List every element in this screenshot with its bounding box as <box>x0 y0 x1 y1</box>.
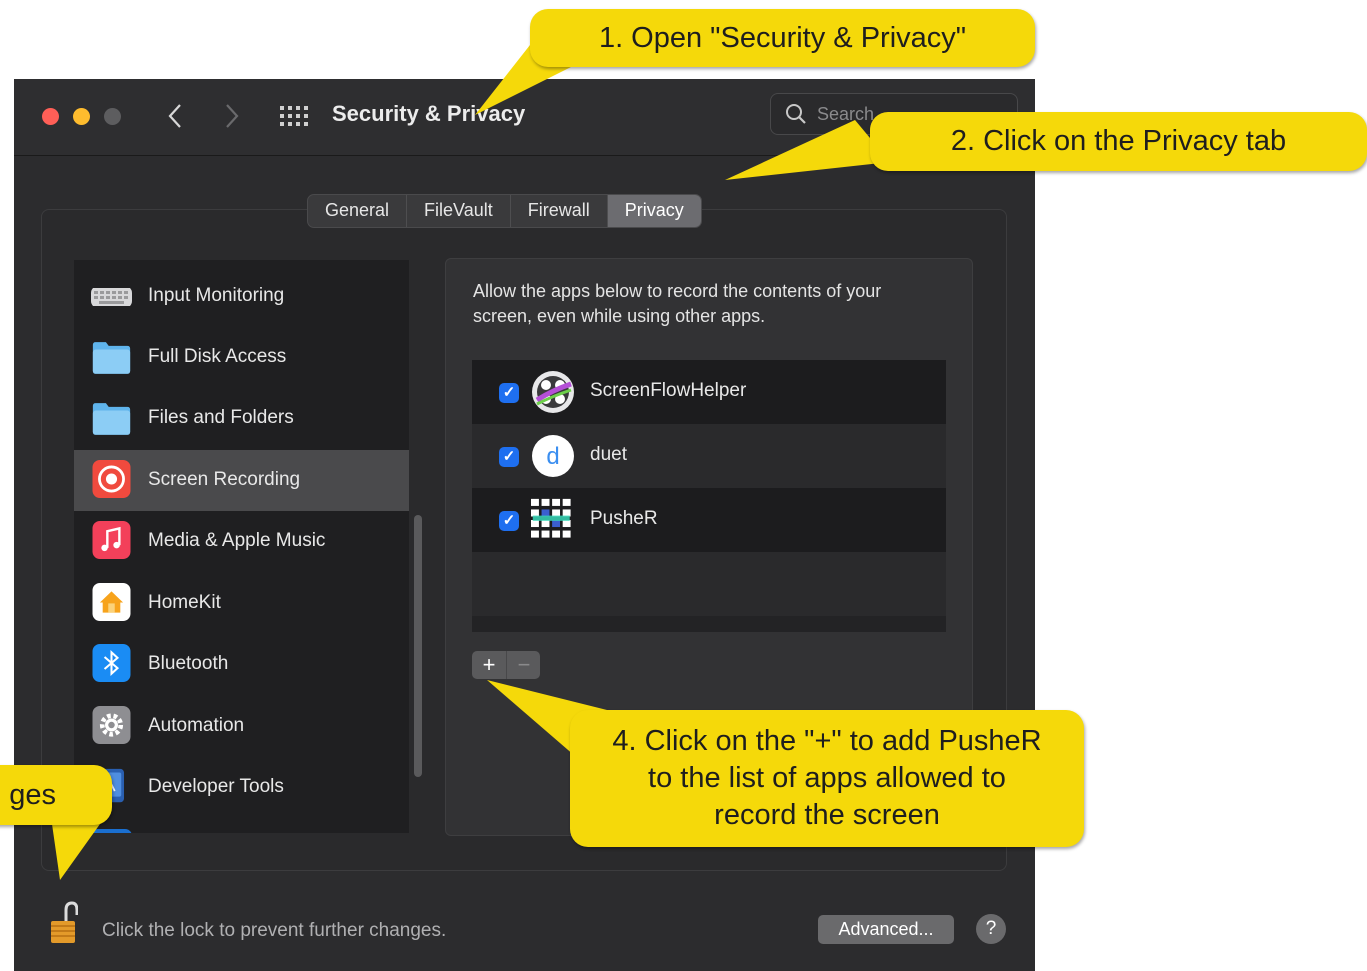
tab-privacy[interactable]: Privacy <box>607 195 701 227</box>
sidebar-item-partial <box>74 818 409 833</box>
sidebar-item-input-monitoring[interactable]: Input Monitoring <box>74 266 409 327</box>
bluetooth-icon <box>92 644 131 682</box>
sidebar-item-label: Media & Apple Music <box>148 530 326 551</box>
callout-step-1: 1. Open "Security & Privacy" <box>530 9 1035 67</box>
keyboard-icon <box>91 288 132 306</box>
pusher-icon <box>531 498 571 538</box>
sidebar-item-label: Bluetooth <box>148 653 229 674</box>
tab-bar: General FileVault Firewall Privacy <box>307 194 702 228</box>
app-checkbox[interactable]: ✓ <box>499 511 519 531</box>
tab-firewall[interactable]: Firewall <box>511 195 608 227</box>
minimize-button[interactable] <box>73 108 90 125</box>
sidebar-item-label: Developer Tools <box>148 776 284 797</box>
app-checkbox[interactable]: ✓ <box>499 383 519 403</box>
music-icon <box>92 521 131 559</box>
sidebar-item-label: HomeKit <box>148 592 221 613</box>
list-item[interactable]: ✓ ScreenFlowHelper <box>472 360 946 424</box>
sidebar-item-bluetooth[interactable]: Bluetooth <box>74 634 409 695</box>
tab-filevault[interactable]: FileVault <box>407 195 511 227</box>
callout-step-4: 4. Click on the "+" to add PusheR to the… <box>570 710 1084 847</box>
forward-chevron-icon[interactable] <box>225 103 239 129</box>
list-empty-row <box>472 552 946 616</box>
callout-step-4-line3: record the screen <box>714 799 940 831</box>
sidebar-scrollbar[interactable] <box>414 515 422 777</box>
tab-general[interactable]: General <box>308 195 408 227</box>
sidebar-item-media-apple-music[interactable]: Media & Apple Music <box>74 511 409 572</box>
sidebar-item-files-and-folders[interactable]: Files and Folders <box>74 388 409 449</box>
screenflow-icon <box>532 371 574 413</box>
add-remove-control: + − <box>472 651 540 679</box>
unlocked-lock-icon[interactable] <box>50 901 78 945</box>
folder-icon <box>92 403 131 435</box>
svg-text:d: d <box>546 443 559 470</box>
sidebar-item-label: Input Monitoring <box>148 285 285 306</box>
app-list: ✓ ScreenFlowHelper ✓ d duet ✓ PusheR <box>472 360 946 632</box>
callout-step-3-text: ges <box>9 779 56 811</box>
duet-icon: d <box>532 435 574 477</box>
callout-step-4-line2: to the list of apps allowed to <box>648 762 1006 794</box>
advanced-button[interactable]: Advanced... <box>818 915 954 944</box>
list-item[interactable]: ✓ PusheR <box>472 488 946 552</box>
folder-icon <box>92 342 131 374</box>
app-name: duet <box>590 444 627 465</box>
sidebar-item-screen-recording[interactable]: Screen Recording <box>74 450 409 511</box>
gear-icon <box>92 706 131 744</box>
show-all-grid-icon[interactable] <box>280 106 310 126</box>
sidebar-item-homekit[interactable]: HomeKit <box>74 573 409 634</box>
sidebar-item-full-disk-access[interactable]: Full Disk Access <box>74 327 409 388</box>
sidebar-item-developer-tools[interactable]: Developer Tools <box>74 757 409 818</box>
app-checkbox[interactable]: ✓ <box>499 447 519 467</box>
privacy-category-list: Input Monitoring Full Disk Access Files … <box>74 260 409 833</box>
back-chevron-icon[interactable] <box>168 103 182 129</box>
sidebar-item-automation[interactable]: Automation <box>74 696 409 757</box>
remove-button[interactable]: − <box>506 651 541 679</box>
close-button[interactable] <box>42 108 59 125</box>
lock-status-text: Click the lock to prevent further change… <box>102 920 447 941</box>
callout-step-2: 2. Click on the Privacy tab <box>870 112 1367 171</box>
app-name: ScreenFlowHelper <box>590 380 747 401</box>
home-icon <box>92 583 131 621</box>
panel-description: Allow the apps below to record the conte… <box>473 281 882 326</box>
help-button[interactable]: ? <box>976 914 1006 944</box>
app-name: PusheR <box>590 508 658 529</box>
screen-recording-icon <box>92 460 131 498</box>
sidebar-item-label: Full Disk Access <box>148 346 287 367</box>
zoom-button[interactable] <box>104 108 121 125</box>
sidebar-item-label: Screen Recording <box>148 469 301 490</box>
list-item[interactable]: ✓ d duet <box>472 424 946 488</box>
sidebar-item-label: Files and Folders <box>148 407 294 428</box>
callout-step-3: ges <box>0 765 112 825</box>
sidebar-item-label: Automation <box>148 715 245 736</box>
add-button[interactable]: + <box>472 651 506 679</box>
callout-step-4-line1: 4. Click on the "+" to add PusheR <box>612 725 1042 757</box>
